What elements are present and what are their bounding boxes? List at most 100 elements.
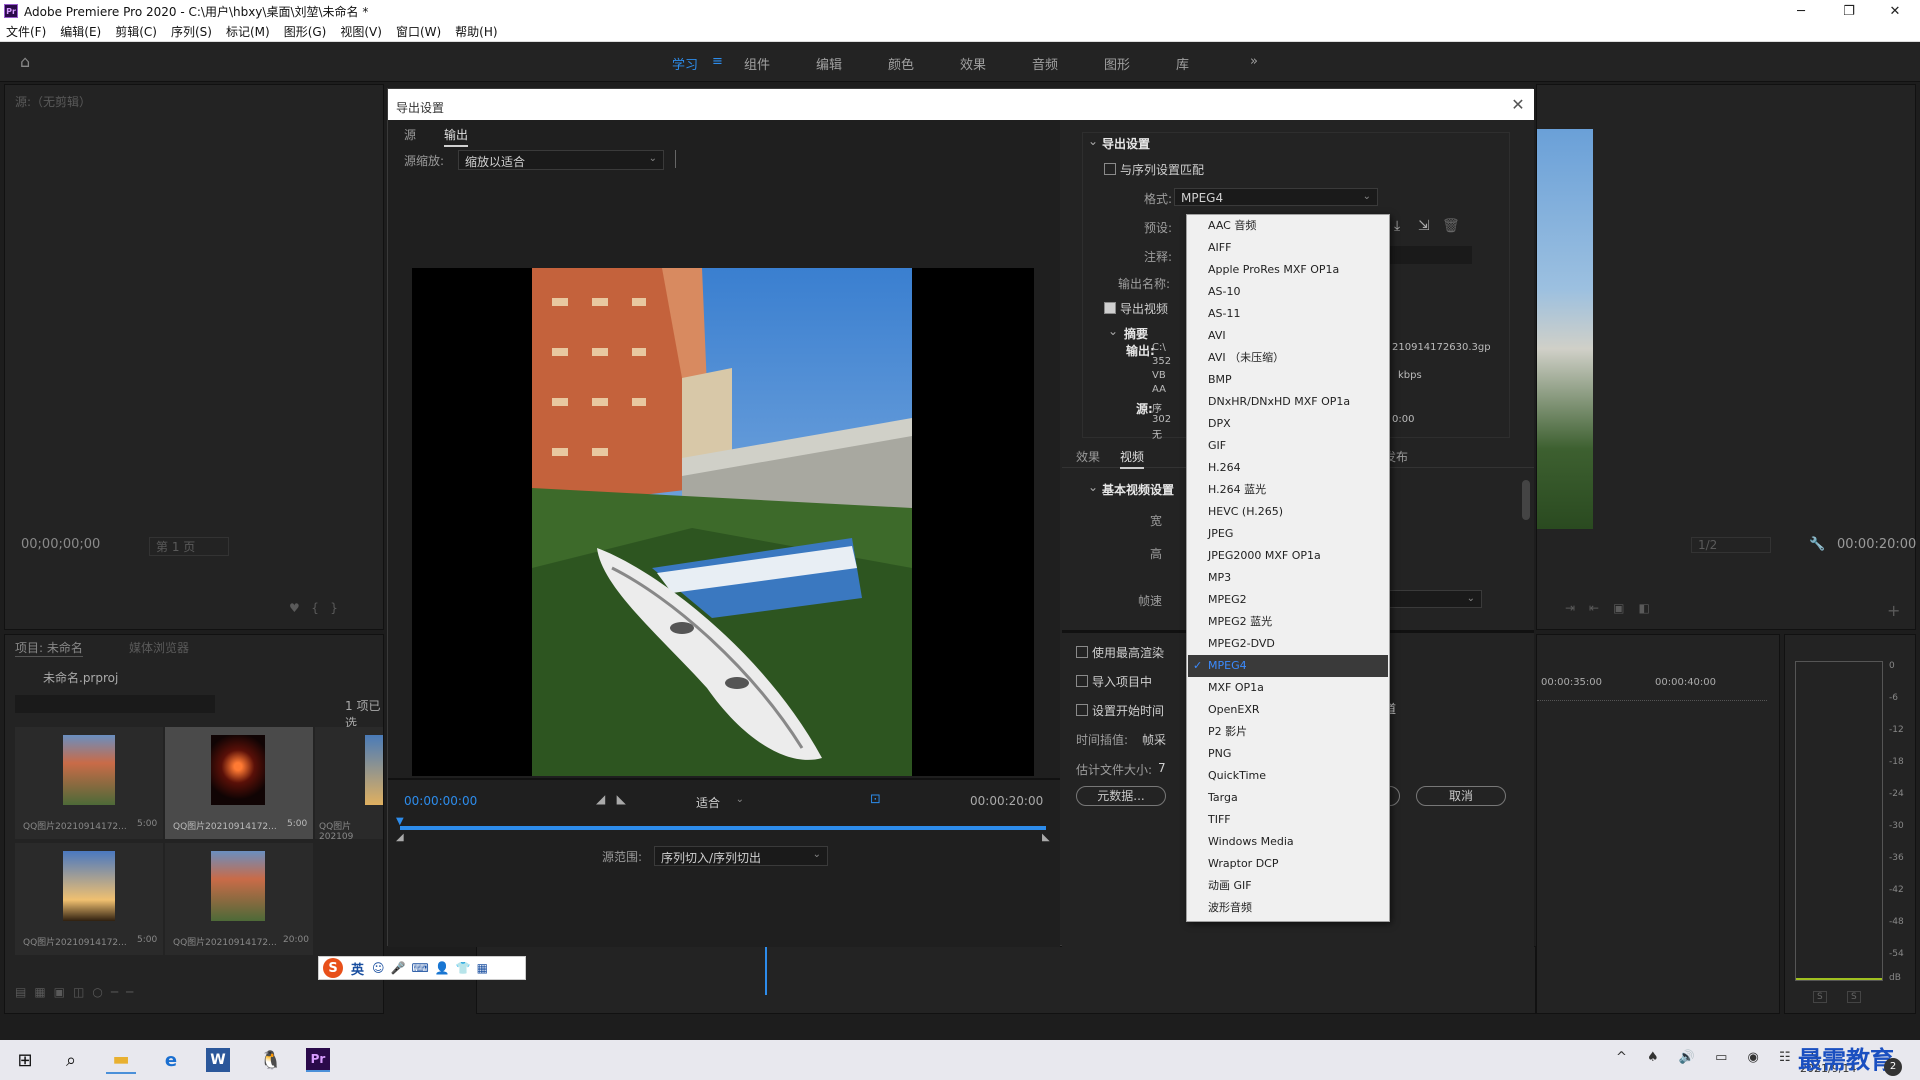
format-option[interactable]: 波形音频 [1188, 897, 1388, 919]
edge-browser-icon[interactable]: e [156, 1046, 186, 1074]
fit-select[interactable]: 适合 ⌄ [690, 792, 750, 810]
format-option[interactable]: AAC 音频 [1188, 215, 1388, 237]
format-option[interactable]: JPEG [1188, 523, 1388, 545]
workspace-tab-color[interactable]: 颜色 [888, 54, 914, 73]
collapse-chevron-icon[interactable]: ⌄ [1108, 324, 1118, 338]
format-option[interactable]: H.264 蓝光 [1188, 479, 1388, 501]
export-video-checkbox[interactable] [1104, 302, 1116, 314]
minimize-button[interactable]: ─ [1778, 0, 1824, 22]
format-option[interactable]: AIFF [1188, 237, 1388, 259]
menu-view[interactable]: 视图(V) [340, 23, 382, 40]
crop-icon[interactable]: ⊡ [870, 792, 881, 807]
workspace-menu-icon[interactable]: ≡ [712, 54, 723, 69]
format-option[interactable]: PNG [1188, 743, 1388, 765]
current-timecode[interactable]: 00:00:00:00 [404, 794, 477, 808]
format-option[interactable]: Windows Media [1188, 831, 1388, 853]
format-option[interactable]: HEVC (H.265) [1188, 501, 1388, 523]
ime-language-toggle[interactable]: 英 [351, 959, 364, 978]
metadata-button[interactable]: 元数据... [1076, 786, 1166, 806]
collapse-chevron-icon[interactable]: ⌄ [1088, 480, 1098, 494]
max-render-checkbox[interactable] [1076, 646, 1088, 658]
source-range-select[interactable]: 序列切入/序列切出 ⌄ [654, 846, 828, 866]
workspace-tab-editing[interactable]: 编辑 [816, 54, 842, 73]
format-option[interactable]: Targa [1188, 787, 1388, 809]
format-option[interactable]: H.264 [1188, 457, 1388, 479]
solo-button[interactable]: S [1813, 991, 1827, 1003]
windows-start-icon[interactable]: ⊞ [10, 1046, 40, 1074]
format-option[interactable]: DNxHR/DNxHD MXF OP1a [1188, 391, 1388, 413]
maximize-button[interactable]: ❐ [1826, 0, 1872, 22]
timeline-ruler[interactable] [1537, 695, 1767, 701]
project-item[interactable]: QQ图片20210914172... 5:00 [165, 727, 313, 839]
premiere-taskbar-icon[interactable]: Pr [306, 1048, 330, 1072]
mark-in-icon[interactable]: ◢ ◣ [596, 792, 626, 806]
format-option[interactable]: 动画 GIF [1188, 875, 1388, 897]
playhead[interactable] [765, 947, 767, 995]
project-item[interactable]: QQ图片20210914172... 5:00 [15, 727, 163, 839]
project-search-input[interactable] [15, 695, 215, 713]
format-option[interactable]: BMP [1188, 369, 1388, 391]
set-start-checkbox[interactable] [1076, 704, 1088, 716]
format-option[interactable]: AS-11 [1188, 303, 1388, 325]
save-preset-icon[interactable]: ⤓ [1394, 218, 1400, 234]
menu-window[interactable]: 窗口(W) [396, 23, 441, 40]
format-option[interactable]: Apple ProRes MXF OP1a [1188, 259, 1388, 281]
menu-marker[interactable]: 标记(M) [226, 23, 270, 40]
tab-project[interactable]: 项目: 未命名 [15, 639, 83, 657]
project-item[interactable]: QQ图片20210914172... 20:00 [165, 843, 313, 955]
format-option[interactable]: AVI [1188, 325, 1388, 347]
source-transport-icons[interactable]: ♥ { } [289, 601, 338, 615]
menu-edit[interactable]: 编辑(E) [60, 23, 101, 40]
format-option[interactable]: QuickTime [1188, 765, 1388, 787]
notification-badge[interactable]: 2 [1884, 1058, 1902, 1076]
dialog-close-icon[interactable]: ✕ [1508, 95, 1528, 115]
format-option[interactable]: P2 影片 [1188, 721, 1388, 743]
playhead-icon[interactable]: ▼ [396, 816, 404, 827]
workspace-tab-assembly[interactable]: 组件 [744, 54, 770, 73]
workspace-tab-graphics[interactable]: 图形 [1104, 54, 1130, 73]
file-explorer-icon[interactable]: ▬ [106, 1046, 136, 1074]
format-option[interactable]: TIFF [1188, 809, 1388, 831]
project-item[interactable]: QQ图片20210914172... 5:00 [15, 843, 163, 955]
project-item[interactable]: QQ图片202109 [315, 727, 383, 842]
format-option[interactable]: Wraptor DCP [1188, 853, 1388, 875]
menu-sequence[interactable]: 序列(S) [171, 23, 212, 40]
trash-icon[interactable]: 🗑 [1442, 218, 1460, 234]
import-project-checkbox[interactable] [1076, 675, 1088, 687]
wrench-icon[interactable]: 🔧 [1809, 537, 1825, 552]
format-option[interactable]: GIF [1188, 435, 1388, 457]
comment-input[interactable] [1382, 246, 1472, 264]
solo-button[interactable]: S [1847, 991, 1861, 1003]
close-window-button[interactable]: ✕ [1872, 0, 1918, 22]
program-transport-icons[interactable]: ⇥⇤▣◧ [1565, 601, 1664, 615]
project-toolbar-icons[interactable]: ▤▦▣◫○── [15, 985, 141, 999]
source-scale-select[interactable]: 缩放以适合 ⌄ [458, 150, 664, 170]
match-sequence-checkbox[interactable] [1104, 163, 1116, 175]
tab-effects[interactable]: 效果 [1076, 448, 1100, 465]
menu-file[interactable]: 文件(F) [6, 23, 46, 40]
menu-graphics[interactable]: 图形(G) [284, 23, 327, 40]
tab-media-browser[interactable]: 媒体浏览器 [129, 639, 189, 656]
timeline-track-area[interactable] [476, 946, 1536, 1014]
format-option[interactable]: MPEG2 蓝光 [1188, 611, 1388, 633]
import-preset-icon[interactable]: ⇲ [1418, 218, 1430, 234]
workspace-tab-audio[interactable]: 音频 [1032, 54, 1058, 73]
workspace-tab-libraries[interactable]: 库 [1176, 54, 1189, 73]
format-option[interactable]: AVI （未压缩） [1188, 347, 1388, 369]
format-option[interactable]: AS-10 [1188, 281, 1388, 303]
workspace-tab-effects[interactable]: 效果 [960, 54, 986, 73]
menu-help[interactable]: 帮助(H) [455, 23, 497, 40]
format-option-selected[interactable]: ✓ MPEG4 [1188, 655, 1388, 677]
timeline-scrubber[interactable] [400, 826, 1046, 830]
format-option[interactable]: MP3 [1188, 567, 1388, 589]
format-option[interactable]: MPEG2 [1188, 589, 1388, 611]
format-option[interactable]: MPEG2-DVD [1188, 633, 1388, 655]
home-icon[interactable]: ⌂ [20, 54, 38, 70]
ime-tool-icons[interactable]: ☺🎤⌨👤👕▦ [372, 961, 494, 975]
format-option[interactable]: MXF OP1a [1188, 677, 1388, 699]
program-fraction-select[interactable]: 1/2 [1691, 537, 1771, 553]
in-point-icon[interactable]: ◢ [396, 832, 404, 843]
menu-clip[interactable]: 剪辑(C) [115, 23, 157, 40]
add-button-icon[interactable]: + [1887, 601, 1900, 620]
frame-rate-select[interactable]: ⌄ [1382, 590, 1482, 608]
